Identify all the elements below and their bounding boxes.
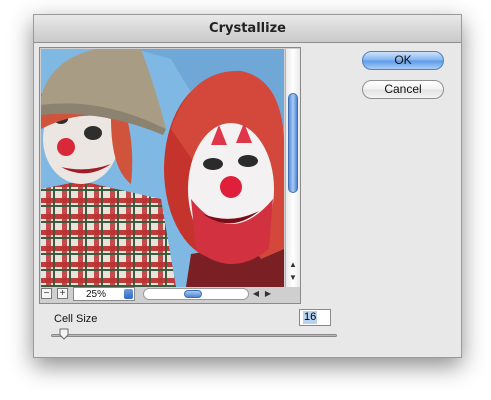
cancel-button[interactable]: Cancel [362, 80, 444, 99]
horizontal-scroll-thumb[interactable] [184, 290, 202, 298]
vertical-scroll-thumb[interactable] [288, 93, 298, 193]
preview-horizontal-scrollbar[interactable] [143, 288, 249, 300]
zoom-in-icon[interactable]: + [57, 288, 68, 299]
scroll-down-arrow-icon[interactable]: ▼ [286, 272, 300, 284]
zoom-select[interactable]: 25% [73, 287, 135, 301]
preview-vertical-scrollbar[interactable]: ▲ ▼ [285, 49, 300, 287]
title-bar[interactable]: Crystallize [34, 15, 461, 43]
cell-size-slider-track[interactable] [51, 334, 337, 337]
crystallize-dialog: Crystallize ▲ ▼ − + 25% ◀ ▶ OK Cancel Ce… [33, 14, 462, 358]
preview-zoom-bar: − + 25% ◀ ▶ [39, 287, 299, 302]
scroll-right-arrow-icon[interactable]: ▶ [263, 287, 273, 300]
scroll-left-arrow-icon[interactable]: ◀ [251, 287, 261, 300]
slider-knob-icon[interactable] [59, 328, 69, 340]
preview-image[interactable] [41, 49, 284, 287]
zoom-value: 25% [86, 289, 107, 300]
stepper-icon[interactable] [124, 289, 133, 299]
scroll-up-arrow-icon[interactable]: ▲ [286, 259, 300, 271]
zoom-out-icon[interactable]: − [41, 288, 52, 299]
cell-size-label: Cell Size [54, 313, 98, 325]
clown-photo-preview [41, 49, 284, 287]
ok-button[interactable]: OK [362, 51, 444, 70]
preview-panel: ▲ ▼ [39, 47, 301, 304]
cell-size-input[interactable]: 16 [299, 309, 331, 326]
cell-size-value: 16 [303, 311, 318, 324]
window-title: Crystallize [209, 21, 286, 36]
